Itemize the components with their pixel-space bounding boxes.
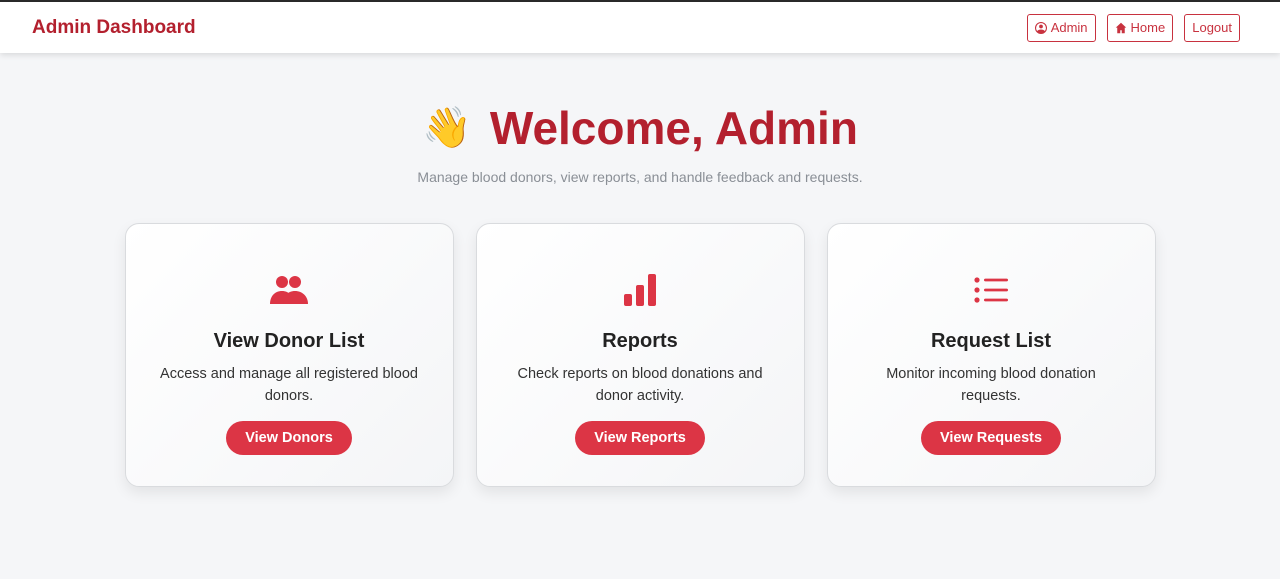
welcome-section: 👋 Welcome, Admin Manage blood donors, vi… — [0, 101, 1280, 185]
request-list-card: Request List Monitor incoming blood dona… — [826, 223, 1156, 487]
reports-card: Reports Check reports on blood donations… — [475, 223, 805, 487]
card-description: Monitor incoming blood donation requests… — [886, 366, 1096, 404]
page-title: 👋 Welcome, Admin — [0, 101, 1280, 155]
view-requests-button[interactable]: View Requests — [920, 421, 1062, 455]
waving-hand-icon: 👋 — [422, 106, 472, 150]
user-circle-icon — [1034, 21, 1047, 34]
welcome-heading: Welcome, Admin — [489, 102, 858, 154]
list-icon — [971, 272, 1011, 308]
welcome-subtitle: Manage blood donors, view reports, and h… — [417, 169, 863, 185]
card-title: Request List — [930, 330, 1052, 352]
top-navbar: Admin Dashboard Admin Home Logout — [0, 2, 1280, 53]
card-description: Check reports on blood donations and don… — [517, 366, 763, 404]
home-button[interactable]: Home — [1106, 13, 1174, 42]
home-button-label: Home — [1130, 20, 1166, 35]
users-icon — [269, 272, 309, 308]
view-reports-button[interactable]: View Reports — [575, 421, 705, 455]
card-title: Reports — [602, 330, 678, 352]
card-title: View Donor List — [213, 330, 365, 352]
admin-button[interactable]: Admin — [1026, 13, 1096, 42]
logout-button-label: Logout — [1192, 20, 1232, 35]
logout-button[interactable]: Logout — [1184, 13, 1240, 42]
admin-button-label: Admin — [1050, 20, 1088, 35]
view-donors-button[interactable]: View Donors — [226, 421, 352, 455]
card-description: Access and manage all registered blood d… — [160, 366, 418, 404]
home-icon — [1115, 22, 1126, 33]
bar-chart-icon — [620, 272, 660, 308]
donor-list-card: View Donor List Access and manage all re… — [124, 223, 454, 487]
dashboard-cards: View Donor List Access and manage all re… — [0, 223, 1280, 487]
nav-buttons: Admin Home Logout — [1026, 13, 1240, 42]
brand-title[interactable]: Admin Dashboard — [32, 17, 196, 39]
